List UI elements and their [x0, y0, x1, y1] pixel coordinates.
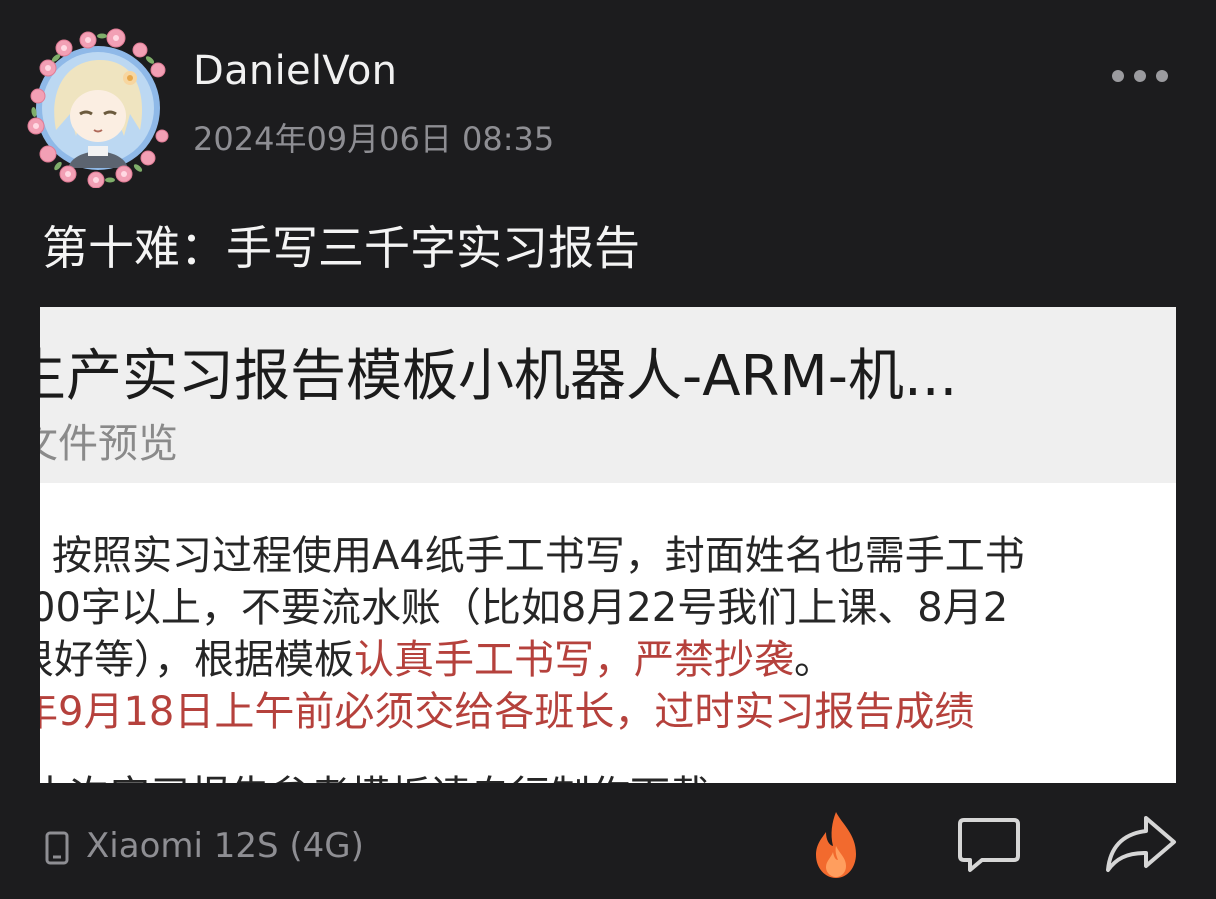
file-preview-card[interactable]: 生产实习报告模板小机器人-ARM-机... 文件预览 按照实习过程使用A4纸手工…	[40, 307, 1176, 783]
post-timestamp: 2024年09月06日 08:35	[193, 120, 555, 158]
post-title: 第十难：手写三千字实习报告	[42, 221, 640, 275]
fire-button[interactable]	[812, 810, 860, 880]
username[interactable]: DanielVon	[193, 48, 397, 94]
more-icon	[1112, 70, 1168, 82]
comment-button[interactable]	[956, 816, 1022, 874]
more-options-button[interactable]	[1106, 62, 1174, 90]
share-button[interactable]	[1104, 812, 1178, 874]
fire-icon	[816, 812, 856, 878]
preview-text-segment: 很好等），根据模板	[40, 637, 354, 683]
preview-text-line: 很好等），根据模板认真手工书写，严禁抄袭。	[40, 627, 834, 685]
preview-text-line: 00字以上，不要流水账（比如8月22号我们上课、8月2	[40, 585, 1009, 631]
comment-icon	[958, 818, 1020, 872]
preview-text-line: 本次实习报告参考模板请自行制作下载	[40, 763, 710, 783]
preview-highlight-line: 年9月18日上午前必须交给各班长，过时实习报告成绩	[40, 689, 975, 735]
file-preview-header: 生产实习报告模板小机器人-ARM-机... 文件预览	[40, 307, 1176, 483]
file-title: 生产实习报告模板小机器人-ARM-机...	[40, 344, 958, 409]
file-preview-label: 文件预览	[40, 421, 178, 467]
phone-icon	[44, 830, 70, 866]
preview-text-segment: 。	[794, 637, 834, 683]
avatar[interactable]	[18, 18, 174, 188]
device-label: Xiaomi 12S (4G)	[86, 826, 364, 866]
share-icon	[1106, 816, 1176, 872]
preview-text-line: 按照实习过程使用A4纸手工书写，封面姓名也需手工书	[52, 533, 1025, 579]
preview-highlight-text: 认真手工书写，严禁抄袭	[354, 637, 794, 683]
file-preview-content: 按照实习过程使用A4纸手工书写，封面姓名也需手工书 00字以上，不要流水账（比如…	[40, 483, 1176, 783]
